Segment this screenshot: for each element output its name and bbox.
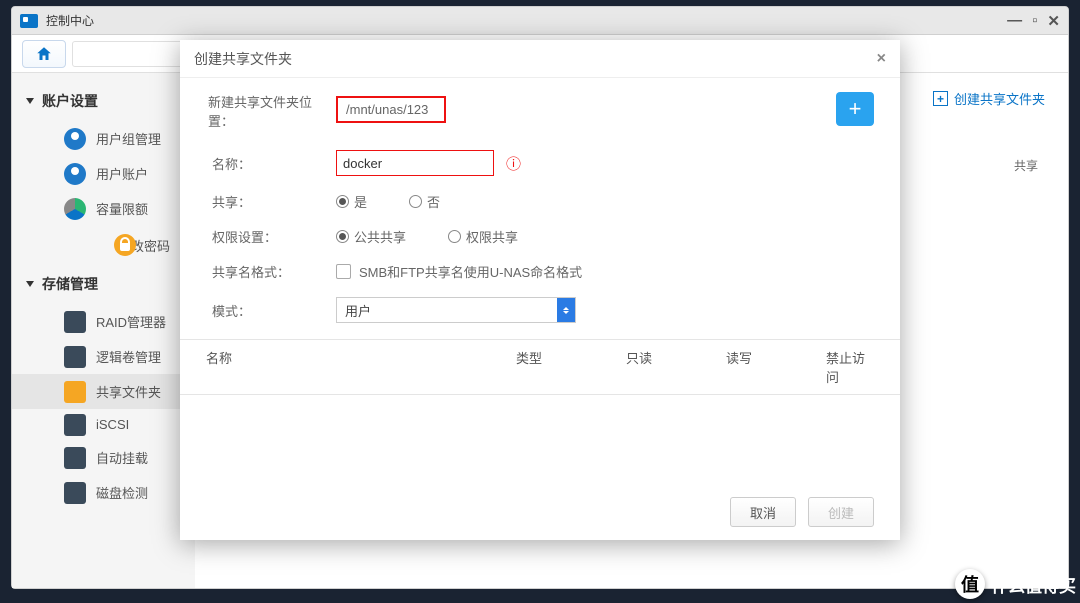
modal-close-button[interactable]: × [877,50,886,68]
sidebar-item-quota[interactable]: 容量限额 [12,191,195,226]
home-icon [35,45,53,63]
perm-label: 权限设置： [206,227,336,246]
mode-label: 模式： [206,301,336,320]
path-label: 新建共享文件夹位置： [206,92,336,130]
cancel-button[interactable]: 取消 [730,497,796,527]
modal-header: 创建共享文件夹 × [180,40,900,78]
radio-icon [448,230,461,243]
section-accounts[interactable]: 账户设置 [12,81,195,121]
sidebar-item-automount[interactable]: 自动挂载 [12,440,195,475]
add-path-button[interactable]: + [836,92,874,126]
name-input[interactable] [336,150,494,176]
col-readonly: 只读 [626,348,726,386]
user-icon [64,163,86,185]
col-name: 名称 [206,348,516,386]
watermark: 值 什么值得买 [955,569,1076,599]
sidebar-item-password[interactable]: 修改密码 [12,226,195,264]
col-type: 类型 [516,348,626,386]
checkbox-icon [336,264,351,279]
plus-icon: + [849,96,862,122]
app-icon [20,14,38,28]
create-button[interactable]: 创建 [808,497,874,527]
minimize-button[interactable]: — [1007,12,1022,30]
plus-icon: + [933,91,948,106]
folder-icon [64,381,86,403]
table-header: 名称 类型 只读 读写 禁止访问 [180,339,900,395]
radio-icon [409,195,422,208]
sidebar-item-lvm[interactable]: 逻辑卷管理 [12,339,195,374]
share-label: 共享： [206,192,336,211]
name-label: 名称： [206,154,336,173]
sidebar-item-sharedfolder[interactable]: 共享文件夹 [12,374,195,409]
sidebar-item-useraccount[interactable]: 用户账户 [12,156,195,191]
close-window-button[interactable]: ✕ [1047,12,1060,30]
sidebar-item-iscsi[interactable]: iSCSI [12,409,195,440]
col-readwrite: 读写 [726,348,826,386]
hint-text: 共享 [1014,157,1038,174]
volume-icon [64,346,86,368]
sidebar-item-diskcheck[interactable]: 磁盘检测 [12,475,195,510]
format-checkbox[interactable]: SMB和FTP共享名使用U-NAS命名格式 [336,262,582,281]
maximize-button[interactable]: ▫ [1032,12,1037,30]
disk-icon [64,482,86,504]
create-folder-modal: 创建共享文件夹 × 新建共享文件夹位置： /mnt/unas/123 + 名称：… [180,40,900,540]
users-icon [64,128,86,150]
modal-title: 创建共享文件夹 [194,49,292,69]
raid-icon [64,311,86,333]
error-icon: ⓘ [506,153,521,174]
home-button[interactable] [22,40,66,68]
perm-restrict-radio[interactable]: 权限共享 [448,227,518,246]
create-shared-folder-button[interactable]: + 创建共享文件夹 [926,85,1052,112]
share-yes-radio[interactable]: 是 [336,192,367,211]
watermark-icon: 值 [955,569,985,599]
lock-icon [114,234,136,256]
select-arrows-icon [557,298,575,322]
mode-select[interactable]: 用户 [336,297,576,323]
iscsi-icon [64,414,86,436]
quota-icon [64,198,86,220]
sidebar-item-usergroup[interactable]: 用户组管理 [12,121,195,156]
share-no-radio[interactable]: 否 [409,192,440,211]
col-deny: 禁止访问 [826,348,874,386]
window-title: 控制中心 [46,12,94,29]
path-value: /mnt/unas/123 [336,96,446,123]
format-label: 共享名格式： [206,262,336,281]
radio-icon [336,195,349,208]
titlebar: 控制中心 — ▫ ✕ [12,7,1068,35]
mount-icon [64,447,86,469]
radio-icon [336,230,349,243]
sidebar: 账户设置 用户组管理 用户账户 容量限额 修改密码 存储管理 RAID管理器 逻… [12,73,195,588]
sidebar-item-raid[interactable]: RAID管理器 [12,304,195,339]
perm-public-radio[interactable]: 公共共享 [336,227,406,246]
section-storage[interactable]: 存储管理 [12,264,195,304]
